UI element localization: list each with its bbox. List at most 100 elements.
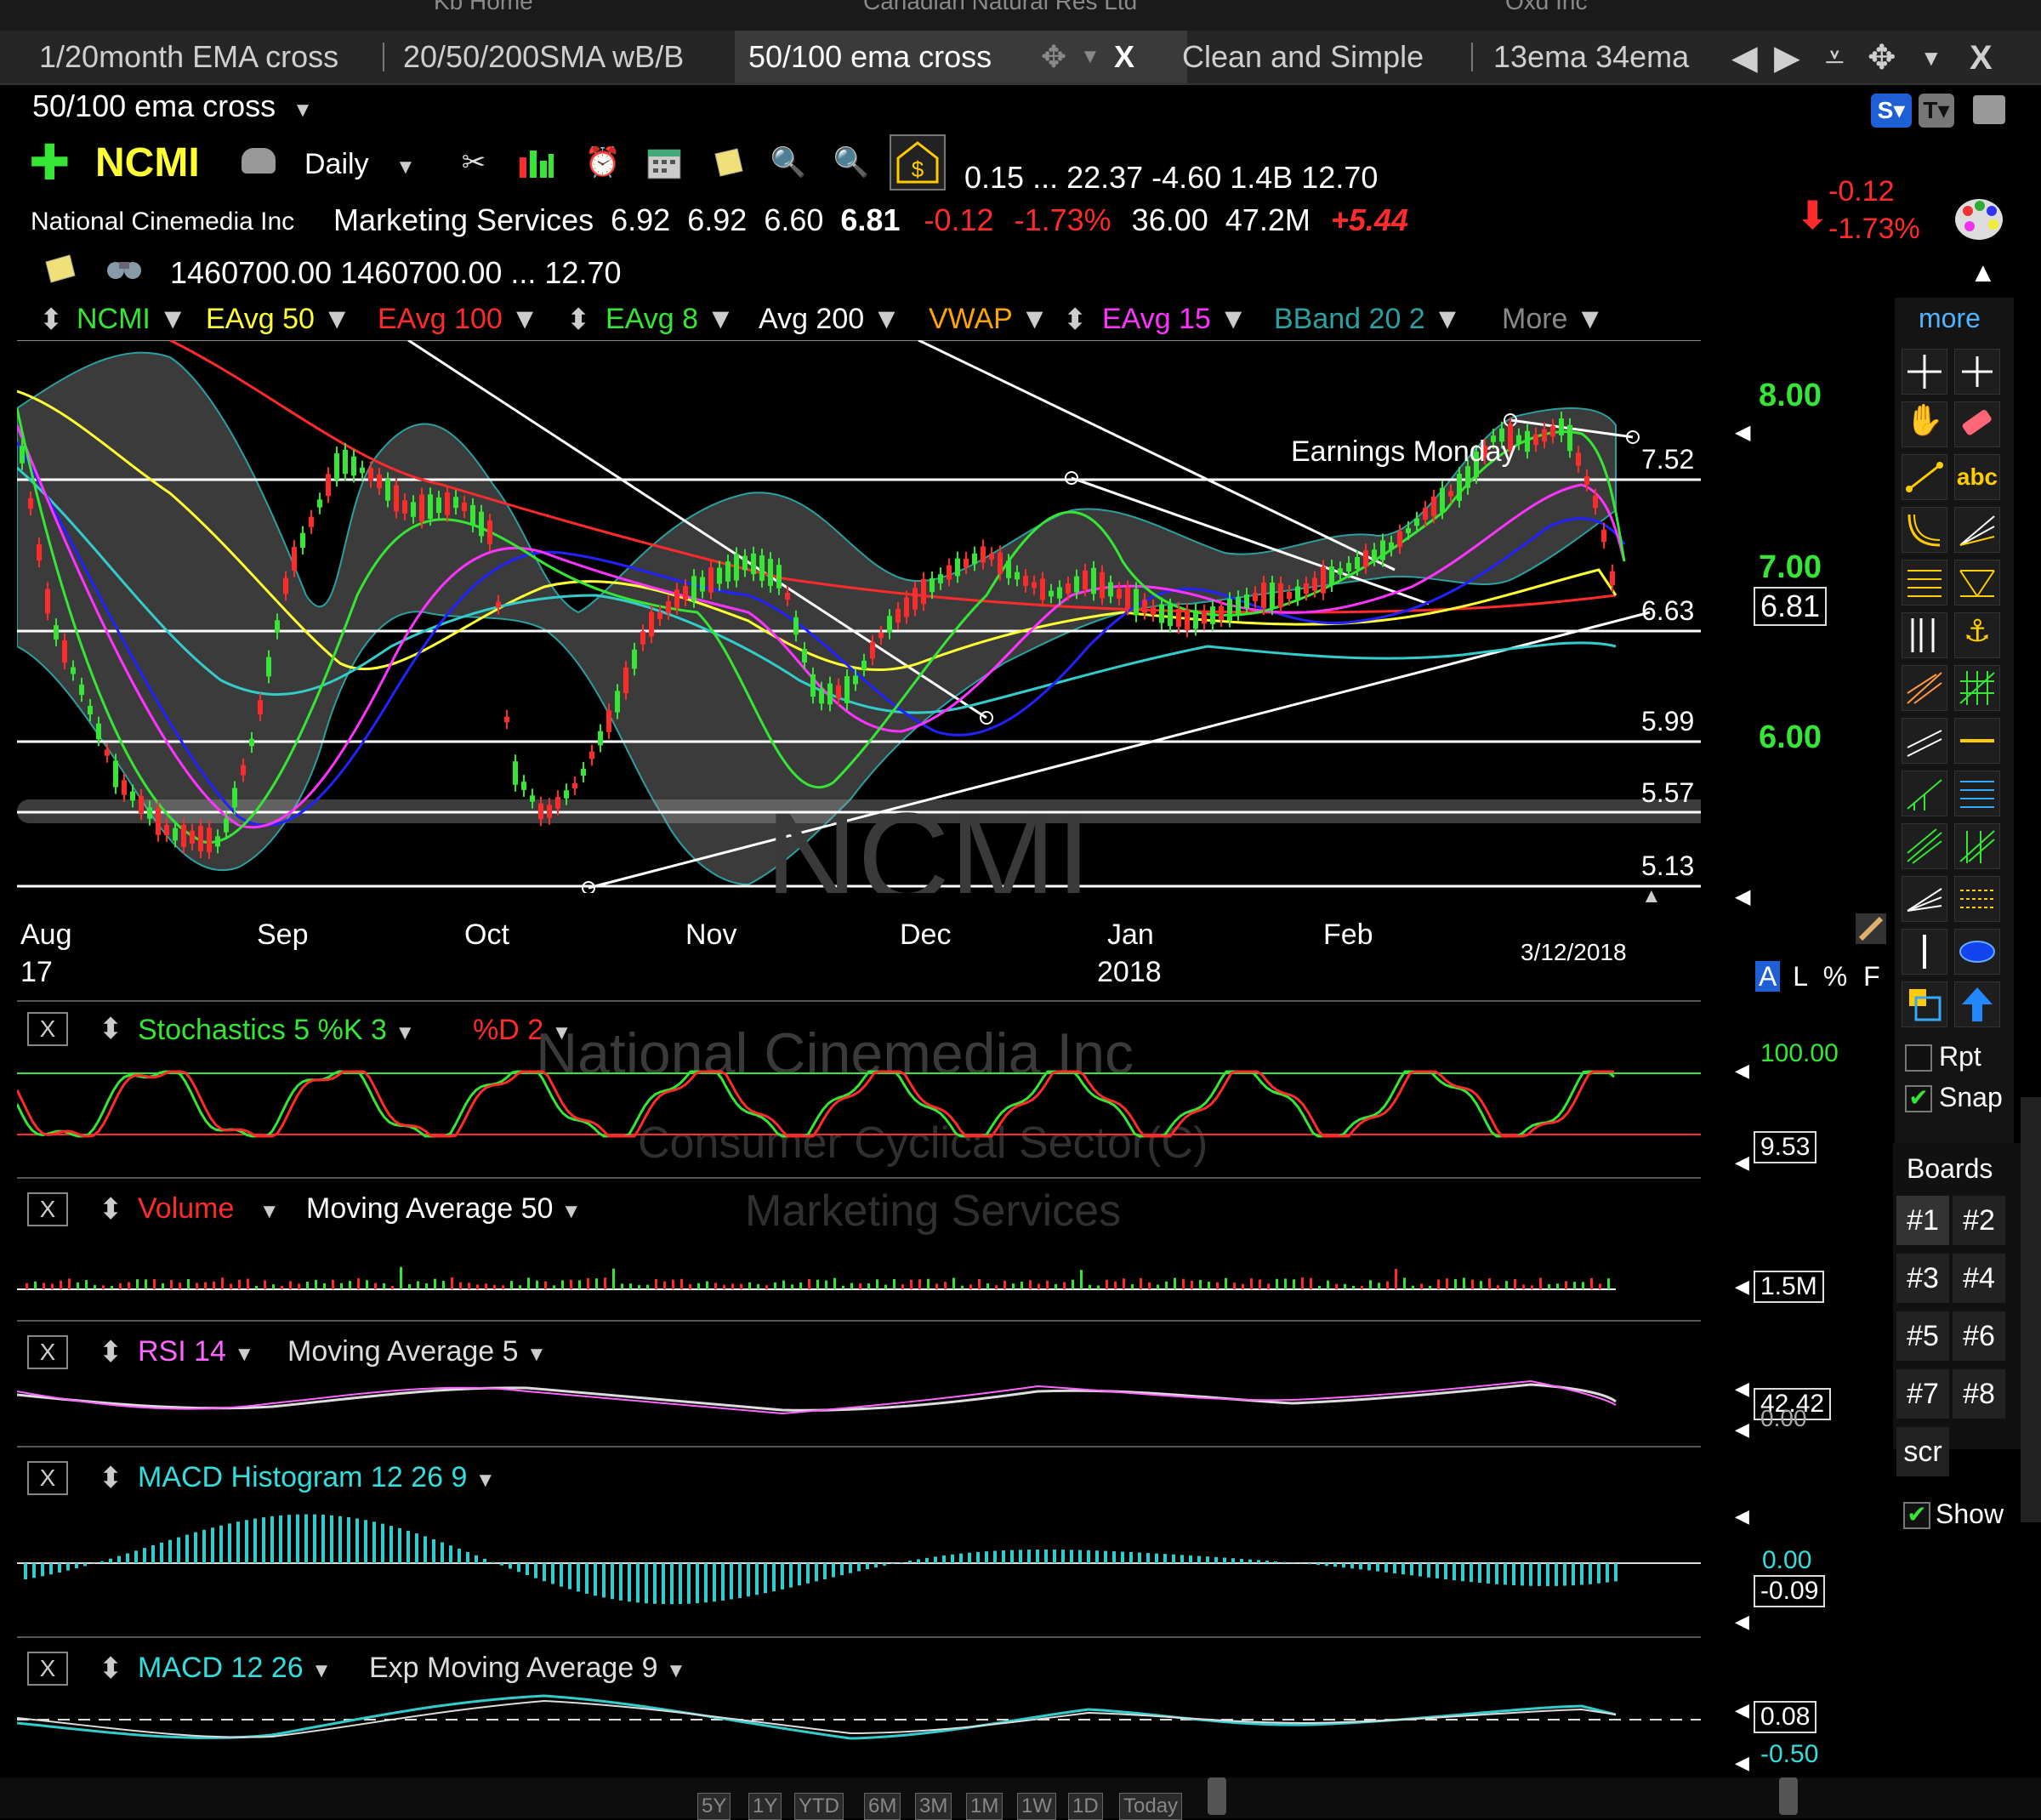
window-icon[interactable] bbox=[1973, 95, 2005, 124]
strip-item[interactable]: Kb Home bbox=[434, 0, 533, 15]
show-checkbox[interactable]: ✔ bbox=[1903, 1502, 1930, 1529]
tab-13ema-34ema[interactable]: 13ema 34ema bbox=[1493, 31, 1689, 83]
earnings-annotation[interactable]: Earnings Monday bbox=[1291, 435, 1516, 469]
dollar-sign-icon[interactable]: $ bbox=[890, 134, 946, 191]
tab-list-icon[interactable]: ⩡ bbox=[1825, 34, 1845, 82]
close-panel-button[interactable]: X bbox=[27, 1652, 68, 1686]
close-panel-button[interactable]: X bbox=[27, 1012, 68, 1046]
interval-selector[interactable]: Daily ▼ bbox=[304, 148, 416, 181]
price-chart[interactable]: NCMI Earnings Monday 7.52 6.63 5.99 5.57… bbox=[17, 340, 1701, 893]
trend-channel-icon[interactable] bbox=[1902, 823, 1947, 869]
move-window-icon[interactable]: ✥ bbox=[1868, 34, 1896, 82]
scale-log[interactable]: L bbox=[1793, 961, 1807, 992]
hand-icon[interactable]: ✋ bbox=[1902, 401, 1947, 447]
arrow-up-icon[interactable] bbox=[1954, 981, 2000, 1027]
range-ytd[interactable]: YTD bbox=[794, 1793, 844, 1820]
tab-50-100-ema-cross[interactable]: 50/100 ema cross ✥ ▼ X bbox=[735, 31, 1187, 83]
dotted-lines-icon[interactable] bbox=[1954, 876, 2000, 922]
macd-hist-title[interactable]: MACD Histogram 12 26 9 ▼ bbox=[138, 1461, 496, 1494]
arc-tool-icon[interactable] bbox=[1902, 507, 1947, 553]
move-handle-icon[interactable]: ⬍ bbox=[39, 303, 64, 337]
legend-ema8[interactable]: EAvg 8 ▼ bbox=[605, 303, 735, 336]
zoom-in-icon[interactable]: 🔍 bbox=[769, 143, 808, 182]
rsi-ma[interactable]: Moving Average 5 ▼ bbox=[287, 1335, 547, 1368]
symbol-field[interactable]: NCMI bbox=[95, 139, 200, 186]
vertical-line-icon[interactable] bbox=[1902, 929, 1947, 975]
color-palette-icon[interactable] bbox=[1953, 196, 2005, 243]
gann-tool-icon[interactable] bbox=[1902, 665, 1947, 711]
stochastics-plot[interactable] bbox=[17, 1046, 1701, 1157]
add-symbol-icon[interactable]: ✚ bbox=[29, 145, 70, 185]
volume-title[interactable]: Volume ▼ bbox=[138, 1192, 280, 1226]
legend-vwap[interactable]: VWAP ▼ bbox=[929, 303, 1049, 336]
calendar-icon[interactable] bbox=[645, 143, 684, 182]
legend-bband[interactable]: BBand 20 2 ▼ bbox=[1274, 303, 1462, 336]
scroll-left-icon[interactable]: ◀ bbox=[1731, 34, 1758, 82]
window-close-icon[interactable]: X bbox=[1970, 34, 1993, 82]
tab-20-50-200sma[interactable]: 20/50/200SMA wB/B bbox=[403, 31, 684, 83]
close-panel-button[interactable]: X bbox=[27, 1461, 68, 1495]
fan-tool-icon[interactable] bbox=[1954, 507, 2000, 553]
text-tool-icon[interactable]: abc bbox=[1954, 454, 2000, 500]
alarm-clock-icon[interactable]: ⏰ bbox=[583, 143, 623, 182]
strip-item[interactable]: Canadian Natural Res Ltd bbox=[863, 0, 1137, 15]
rectangle-tool-icon[interactable] bbox=[1902, 981, 1947, 1027]
rsi-title[interactable]: RSI 14 ▼ bbox=[138, 1335, 254, 1368]
line-tool-icon[interactable] bbox=[1902, 454, 1947, 500]
repeat-checkbox[interactable] bbox=[1905, 1044, 1932, 1072]
move-tab-icon[interactable]: ✥ bbox=[1041, 31, 1066, 83]
layout-selector[interactable]: 50/100 ema cross ▼ bbox=[32, 88, 313, 124]
zoom-out-icon[interactable]: 🔍 bbox=[832, 143, 871, 182]
scale-fixed[interactable]: F bbox=[1863, 961, 1880, 992]
range-1d[interactable]: 1D bbox=[1068, 1793, 1103, 1820]
board-3[interactable]: #3 bbox=[1896, 1254, 1949, 1303]
board-1[interactable]: #1 bbox=[1896, 1196, 1949, 1245]
fibonacci-tool-icon[interactable] bbox=[1902, 560, 1947, 606]
board-8[interactable]: #8 bbox=[1953, 1369, 2005, 1419]
close-panel-button[interactable]: X bbox=[27, 1335, 68, 1369]
close-panel-button[interactable]: X bbox=[27, 1192, 68, 1226]
board-6[interactable]: #6 bbox=[1953, 1311, 2005, 1361]
move-handle-icon[interactable]: ⬍ bbox=[99, 1652, 123, 1686]
binoculars-icon[interactable] bbox=[105, 255, 143, 282]
volume-ma[interactable]: Moving Average 50 ▼ bbox=[306, 1192, 582, 1226]
range-3m[interactable]: 3M bbox=[915, 1793, 952, 1820]
legend-ema50[interactable]: EAvg 50 ▼ bbox=[206, 303, 351, 336]
rsi-plot[interactable] bbox=[17, 1369, 1701, 1420]
tab-1-20month-ema[interactable]: 1/20month EMA cross bbox=[39, 31, 338, 83]
volume-plot[interactable] bbox=[17, 1259, 1701, 1293]
move-handle-icon[interactable]: ⬍ bbox=[99, 1012, 123, 1046]
board-2[interactable]: #2 bbox=[1953, 1196, 2005, 1245]
move-handle-icon[interactable]: ⬍ bbox=[99, 1192, 123, 1226]
pitchfork-icon[interactable] bbox=[1954, 823, 2000, 869]
channel-tool-icon[interactable] bbox=[1902, 718, 1947, 764]
legend-symbol[interactable]: NCMI ▼ bbox=[77, 303, 187, 336]
snap-checkbox[interactable]: ✔ bbox=[1905, 1085, 1932, 1112]
horizontal-line-icon[interactable] bbox=[1954, 718, 2000, 764]
macd-plot[interactable] bbox=[17, 1684, 1701, 1752]
move-handle-icon[interactable]: ⬍ bbox=[99, 1461, 123, 1495]
ellipse-tool-icon[interactable] bbox=[1954, 929, 2000, 975]
grid-tool-icon[interactable] bbox=[1954, 665, 2000, 711]
collapse-up-icon[interactable]: ▲ bbox=[1970, 257, 1997, 288]
range-today[interactable]: Today bbox=[1119, 1793, 1182, 1820]
board-7[interactable]: #7 bbox=[1896, 1369, 1949, 1419]
lines-tool-icon[interactable] bbox=[1954, 771, 2000, 816]
scroll-right-icon[interactable]: ▶ bbox=[1774, 34, 1800, 82]
tools-icon[interactable]: ✂ bbox=[454, 143, 493, 182]
eraser-icon[interactable] bbox=[1954, 401, 2000, 447]
pencil-icon[interactable] bbox=[1854, 912, 1888, 946]
move-handle-icon[interactable]: ⬍ bbox=[566, 303, 591, 337]
range-6m[interactable]: 6M bbox=[864, 1793, 901, 1820]
chart-style-icon[interactable] bbox=[517, 143, 556, 182]
macd-ma[interactable]: Exp Moving Average 9 ▼ bbox=[369, 1652, 686, 1685]
tab-close-icon[interactable]: X bbox=[1114, 31, 1134, 83]
legend-ema100[interactable]: EAvg 100 ▼ bbox=[378, 303, 539, 336]
t-link-icon[interactable]: T▾ bbox=[1919, 94, 1954, 128]
right-scrollbar[interactable] bbox=[2021, 1097, 2041, 1522]
s-link-icon[interactable]: S▾ bbox=[1871, 94, 1912, 128]
scale-auto[interactable]: A bbox=[1755, 961, 1780, 992]
screener-board[interactable]: scr bbox=[1896, 1427, 1949, 1476]
range-1m[interactable]: 1M bbox=[966, 1793, 1003, 1820]
note-icon[interactable] bbox=[709, 143, 748, 182]
